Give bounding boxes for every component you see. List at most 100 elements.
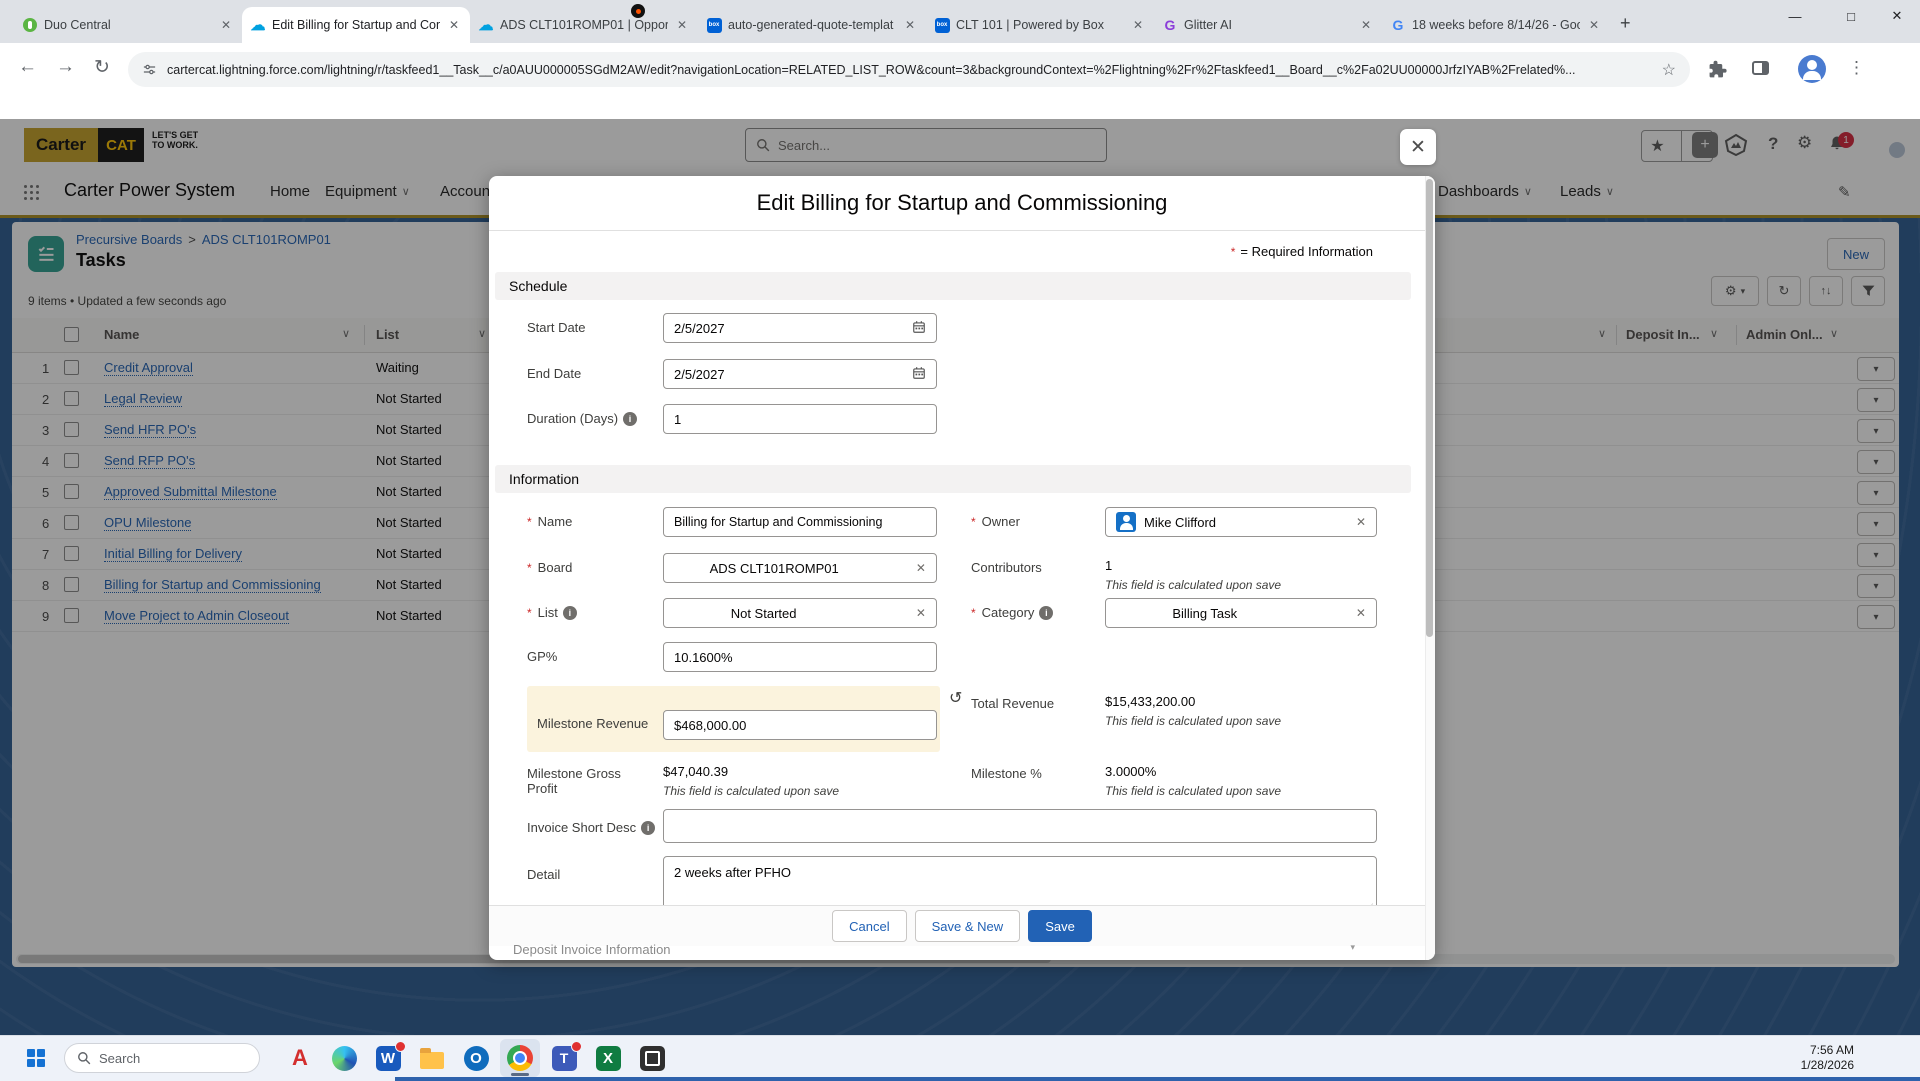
- gp-label: GP%: [527, 649, 557, 664]
- list-label: *Listi: [527, 605, 577, 620]
- tab-close-icon[interactable]: ✕: [1586, 18, 1602, 32]
- section-information[interactable]: Information: [495, 465, 1411, 493]
- app-icon-dark[interactable]: [632, 1039, 672, 1077]
- milestone-revenue-label: Milestone Revenue: [537, 716, 648, 731]
- bookmark-star-icon[interactable]: ☆: [1662, 60, 1676, 80]
- address-bar[interactable]: cartercat.lightning.force.com/lightning/…: [128, 52, 1690, 87]
- tab-close-icon[interactable]: ✕: [1358, 18, 1374, 32]
- remove-list-icon[interactable]: ✕: [910, 606, 926, 620]
- detail-label: Detail: [527, 867, 560, 882]
- total-revenue-label: Total Revenue: [971, 696, 1054, 711]
- calendar-icon[interactable]: [912, 320, 926, 337]
- board-pill[interactable]: ADS CLT101ROMP01 ✕: [663, 553, 937, 583]
- side-panel-icon[interactable]: [1752, 61, 1769, 75]
- tab-close-icon[interactable]: ✕: [674, 18, 690, 32]
- reload-icon[interactable]: ↻: [94, 56, 110, 79]
- salesforce-favicon: ☁: [250, 17, 266, 33]
- box-favicon: box: [706, 17, 722, 33]
- invoice-short-desc-input[interactable]: [663, 809, 1377, 843]
- modal-scrollbar-thumb[interactable]: [1426, 179, 1433, 637]
- cancel-button[interactable]: Cancel: [832, 910, 906, 942]
- excel-icon[interactable]: X: [588, 1039, 628, 1077]
- collapse-chevron-icon: ▾: [1350, 942, 1355, 953]
- tab-quote-template[interactable]: box auto-generated-quote-templat ✕: [698, 7, 926, 43]
- section-schedule[interactable]: Schedule: [495, 272, 1411, 300]
- clock-date: 1/28/2026: [1801, 1058, 1854, 1073]
- window-close-button[interactable]: ✕: [1874, 0, 1920, 32]
- owner-pill[interactable]: Mike Clifford ✕: [1105, 507, 1377, 537]
- end-date-label: End Date: [527, 366, 581, 381]
- required-info-note: *= Required Information: [1231, 244, 1373, 259]
- tab-edit-billing[interactable]: ☁ Edit Billing for Startup and Com ✕: [242, 7, 470, 43]
- start-button[interactable]: [16, 1039, 56, 1077]
- duo-favicon: [22, 17, 38, 33]
- salesforce-favicon: ☁: [478, 17, 494, 33]
- save-button[interactable]: Save: [1028, 910, 1092, 942]
- windows-taskbar: Search A W O T X 7:56 AM 1/28/2026: [0, 1035, 1920, 1081]
- info-icon[interactable]: i: [623, 412, 637, 426]
- taskbar-accent-strip: [395, 1077, 1920, 1081]
- info-icon[interactable]: i: [641, 821, 655, 835]
- window-minimize-button[interactable]: —: [1772, 0, 1818, 32]
- taskbar-search[interactable]: Search: [64, 1043, 260, 1073]
- milestone-revenue-input[interactable]: $468,000.00: [663, 710, 937, 740]
- modal-footer: Cancel Save & New Save: [489, 905, 1435, 946]
- tab-close-icon[interactable]: ✕: [902, 18, 918, 32]
- gp-input[interactable]: 10.1600%: [663, 642, 937, 672]
- name-input[interactable]: Billing for Startup and Commissioning: [663, 507, 937, 537]
- app-icon-notification[interactable]: T: [544, 1039, 584, 1077]
- new-tab-button[interactable]: +: [1620, 13, 1631, 34]
- start-date-label: Start Date: [527, 320, 586, 335]
- tab-glitter-ai[interactable]: G Glitter AI ✕: [1154, 7, 1382, 43]
- start-date-input[interactable]: 2/5/2027: [663, 313, 937, 343]
- calendar-icon[interactable]: [912, 366, 926, 383]
- total-revenue-note: This field is calculated upon save: [1105, 714, 1281, 728]
- file-explorer-icon[interactable]: [412, 1039, 452, 1077]
- info-icon[interactable]: i: [563, 606, 577, 620]
- total-revenue-value: $15,433,200.00: [1105, 694, 1195, 709]
- acrobat-icon[interactable]: A: [280, 1039, 320, 1077]
- remove-category-icon[interactable]: ✕: [1350, 606, 1366, 620]
- edge-icon[interactable]: [324, 1039, 364, 1077]
- modal-close-button[interactable]: ✕: [1400, 129, 1436, 165]
- undo-icon[interactable]: ↺: [949, 688, 962, 708]
- tab-google-search[interactable]: G 18 weeks before 8/14/26 - Goo ✕: [1382, 7, 1610, 43]
- duration-input[interactable]: 1: [663, 404, 937, 434]
- remove-board-icon[interactable]: ✕: [910, 561, 926, 575]
- forward-icon[interactable]: →: [56, 56, 75, 78]
- browser-menu-icon[interactable]: ⋮: [1848, 58, 1865, 78]
- back-icon[interactable]: ←: [18, 56, 37, 78]
- tab-ads-opportunity[interactable]: ☁ ADS CLT101ROMP01 | Opportu ✕: [470, 7, 698, 43]
- tab-close-icon[interactable]: ✕: [218, 18, 234, 32]
- tab-close-icon[interactable]: ✕: [446, 18, 462, 32]
- tab-clt101-box[interactable]: box CLT 101 | Powered by Box ✕: [926, 7, 1154, 43]
- notification-dot: [571, 1041, 582, 1052]
- site-info-icon[interactable]: [142, 62, 157, 77]
- milestone-pct-value: 3.0000%: [1105, 764, 1156, 779]
- list-pill[interactable]: Not Started ✕: [663, 598, 937, 628]
- owner-label: *Owner: [971, 514, 1020, 529]
- end-date-input[interactable]: 2/5/2027: [663, 359, 937, 389]
- contributors-note: This field is calculated upon save: [1105, 578, 1281, 592]
- box-favicon: box: [934, 17, 950, 33]
- extensions-icon[interactable]: [1708, 60, 1727, 79]
- browser-toolbar: ← → ↻ cartercat.lightning.force.com/ligh…: [0, 43, 1920, 96]
- glitter-favicon: G: [1162, 17, 1178, 33]
- chrome-icon[interactable]: [500, 1039, 540, 1077]
- modal-title: Edit Billing for Startup and Commissioni…: [489, 190, 1435, 216]
- outlook-icon[interactable]: O: [456, 1039, 496, 1077]
- invoice-short-desc-label: Invoice Short Desci: [527, 820, 655, 835]
- clock-time: 7:56 AM: [1801, 1043, 1854, 1058]
- save-and-new-button[interactable]: Save & New: [915, 910, 1021, 942]
- search-icon: [77, 1051, 91, 1065]
- profile-avatar[interactable]: [1798, 55, 1826, 83]
- tab-close-icon[interactable]: ✕: [1130, 18, 1146, 32]
- milestone-gross-profit-label: Milestone Gross Profit: [527, 766, 637, 796]
- category-pill[interactable]: Billing Task ✕: [1105, 598, 1377, 628]
- word-icon[interactable]: W: [368, 1039, 408, 1077]
- window-maximize-button[interactable]: □: [1828, 0, 1874, 32]
- taskbar-clock[interactable]: 7:56 AM 1/28/2026: [1801, 1043, 1854, 1073]
- info-icon[interactable]: i: [1039, 606, 1053, 620]
- tab-duo-central[interactable]: Duo Central ✕: [14, 7, 242, 43]
- remove-owner-icon[interactable]: ✕: [1350, 515, 1366, 529]
